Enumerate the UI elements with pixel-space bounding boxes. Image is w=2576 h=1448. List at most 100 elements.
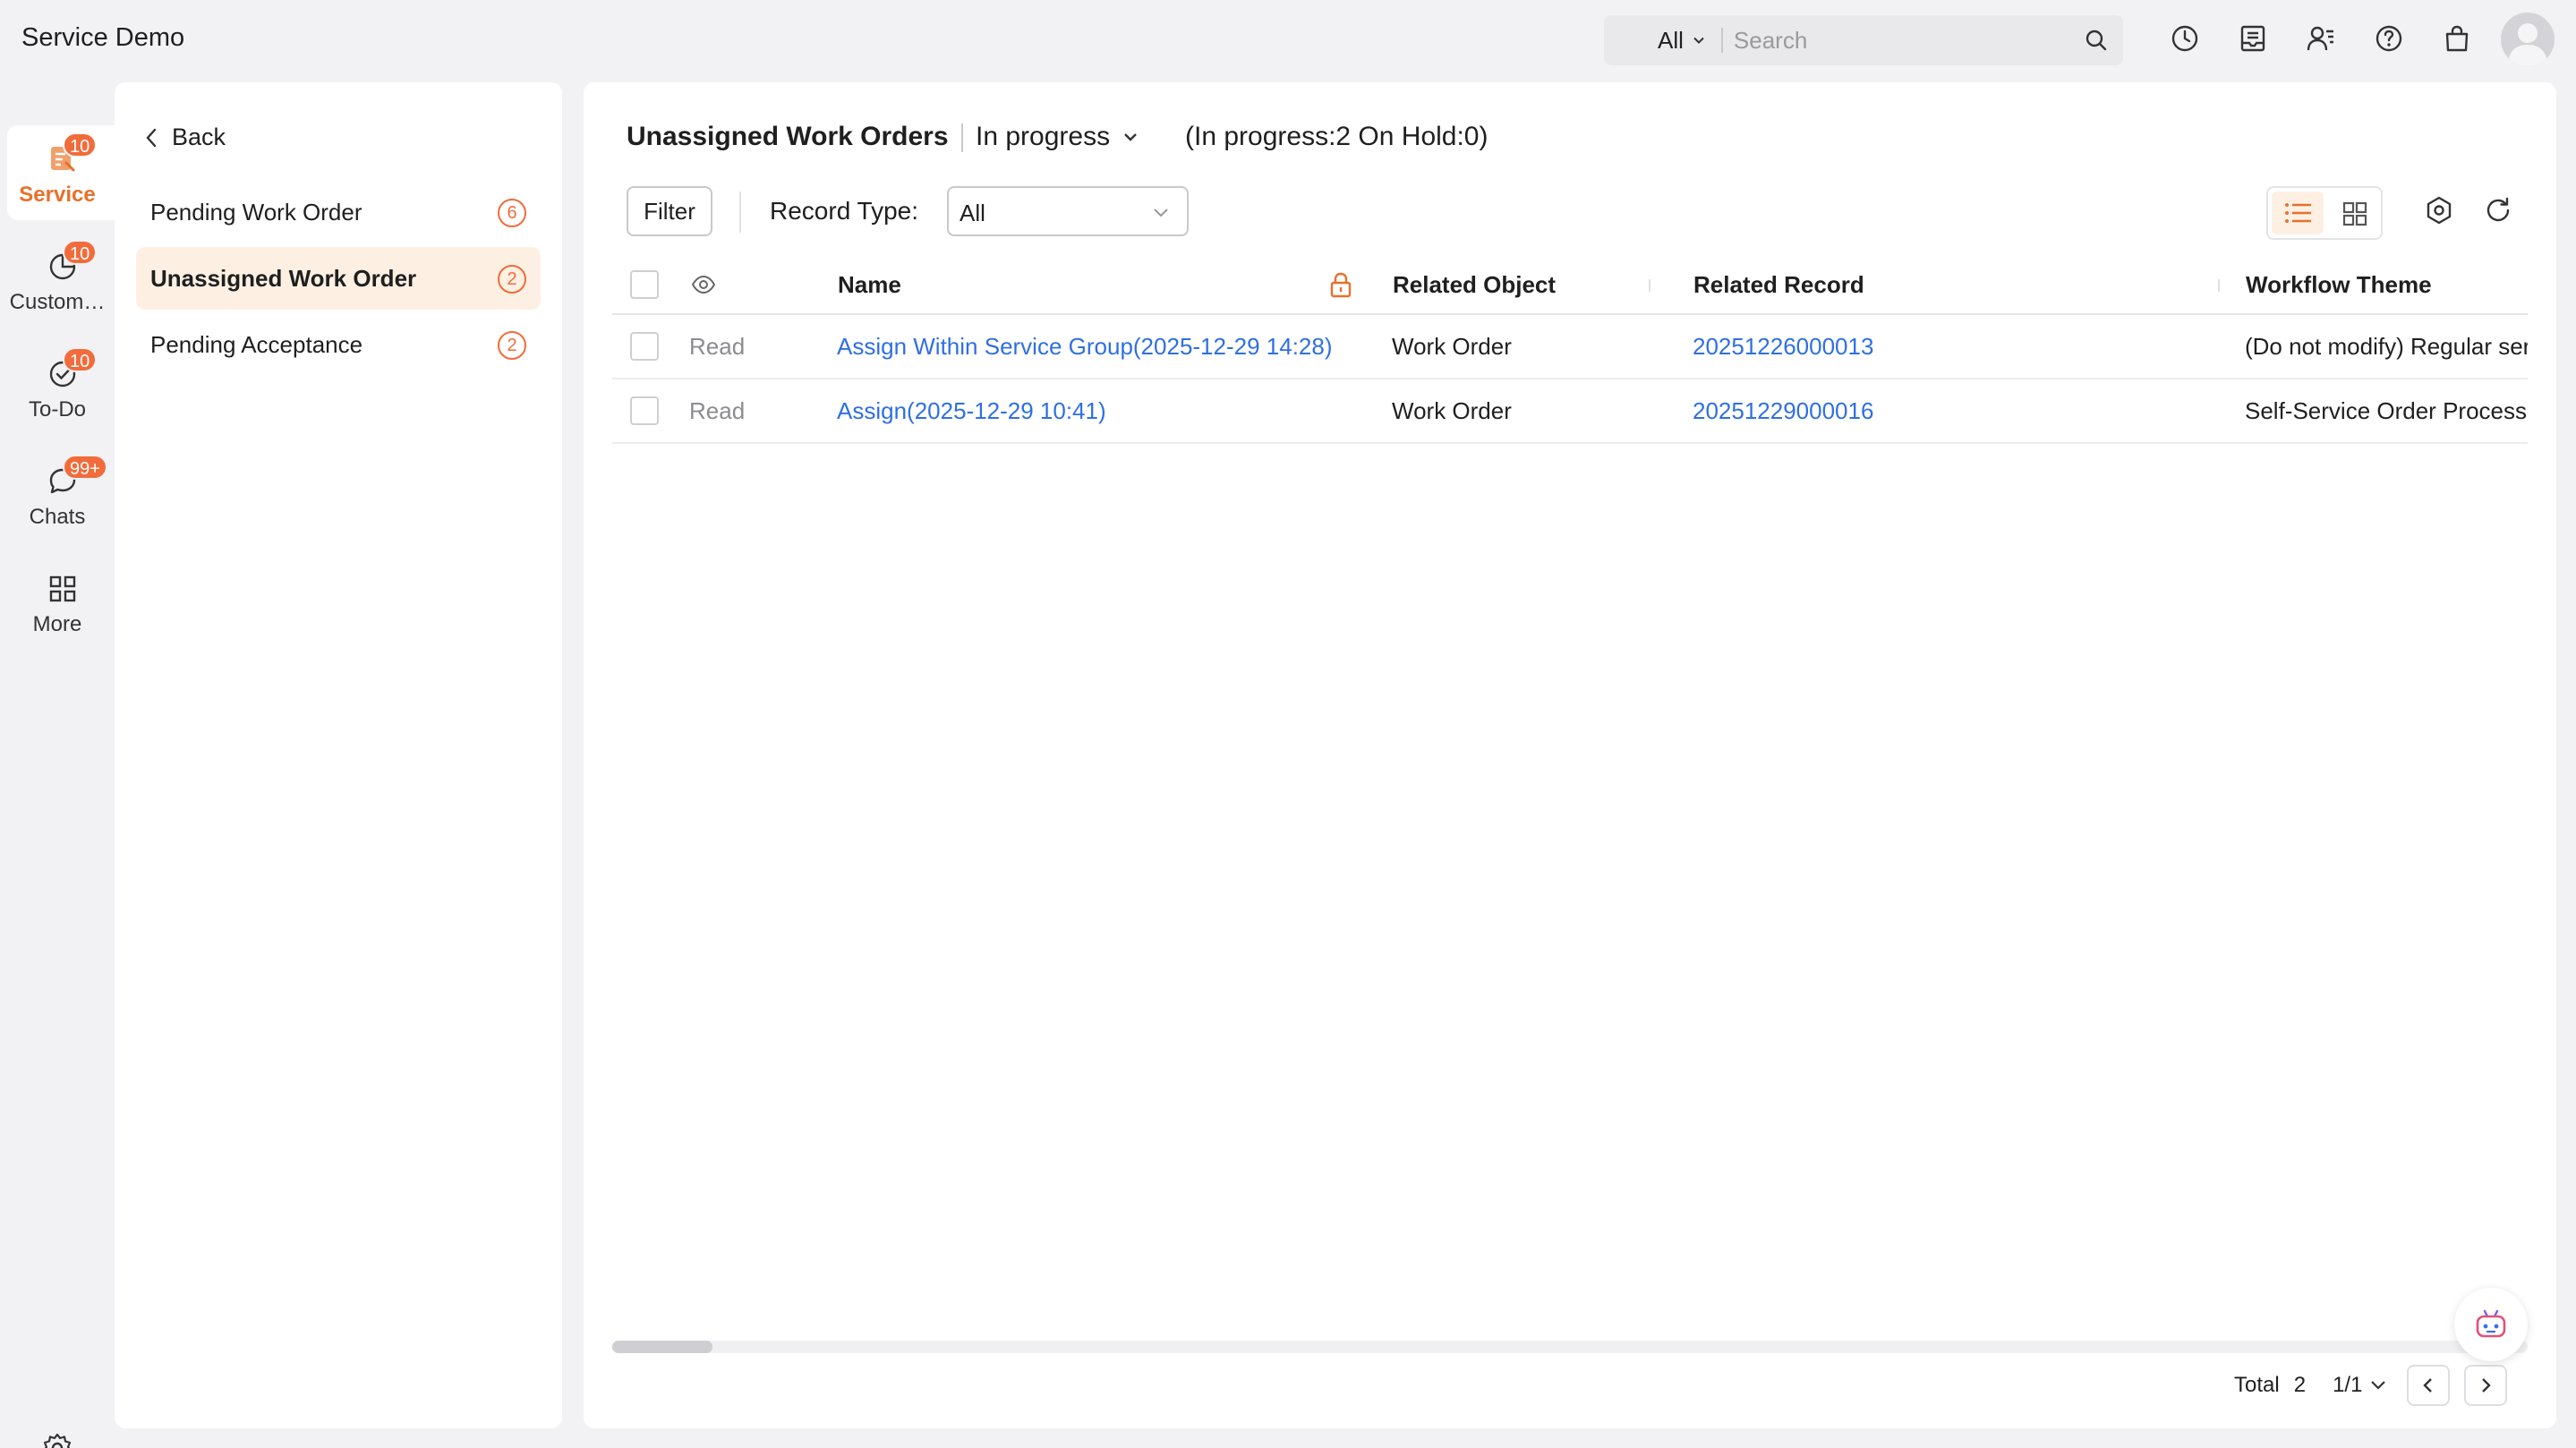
chevron-down-icon (1693, 37, 1704, 44)
inbox-tray-icon[interactable] (2238, 23, 2268, 54)
refresh-icon[interactable] (2483, 195, 2513, 226)
chevron-right-icon (2482, 1378, 2492, 1393)
page-select[interactable]: 1/1 (2333, 1373, 2387, 1398)
rail-item-service[interactable]: 10 Service (7, 125, 115, 220)
rail-badge: 10 (63, 132, 98, 158)
chevron-left-icon (2423, 1378, 2433, 1393)
page-title: Unassigned Work Orders (627, 122, 949, 151)
view-toggle (2266, 186, 2383, 240)
search-icon[interactable] (2084, 28, 2109, 53)
list-view-button[interactable] (2272, 192, 2324, 234)
next-page-button[interactable] (2464, 1365, 2508, 1406)
back-button[interactable]: Back (143, 124, 226, 151)
ai-assistant-button[interactable] (2454, 1288, 2528, 1361)
column-resize-handle[interactable] (1649, 279, 1651, 292)
column-header-workflow-theme[interactable]: Workflow Theme (2246, 256, 2432, 313)
rail-badge: 10 (63, 347, 98, 372)
rail-label: Chats (29, 505, 86, 529)
related-record-link[interactable]: 20251229000016 (1693, 379, 1873, 442)
select-all-checkbox[interactable] (630, 270, 659, 299)
column-resize-handle[interactable] (2218, 279, 2220, 292)
work-order-name-link[interactable]: Assign(2025-12-29 10:41) (837, 379, 1106, 442)
list-view-icon (2285, 203, 2311, 223)
rail-label: More (32, 612, 82, 636)
record-type-label: Record Type: (770, 197, 919, 225)
user-list-icon[interactable] (2306, 23, 2336, 54)
left-rail: 10 Service 10 Custom… 10 To-Do 99+ Chats… (0, 77, 115, 1448)
record-type-select[interactable]: All (947, 186, 1189, 236)
subnav-label: Pending Acceptance (150, 331, 363, 358)
grid-icon (47, 573, 79, 605)
related-record-link[interactable]: 20251226000013 (1693, 315, 1873, 378)
prev-page-button[interactable] (2407, 1365, 2451, 1406)
status-summary: (In progress:2 On Hold:0) (1185, 122, 1488, 151)
horizontal-scrollbar[interactable] (612, 1341, 2528, 1353)
pagination: Total 2 1/1 (2234, 1364, 2521, 1407)
column-header-related-object[interactable]: Related Object (1393, 256, 1556, 313)
rail-label: Custom… (9, 290, 106, 314)
row-checkbox[interactable] (630, 396, 659, 425)
shopping-bag-icon[interactable] (2442, 23, 2472, 54)
search-scope-dropdown[interactable]: All (1604, 27, 1721, 55)
grid-view-icon (2342, 201, 2367, 226)
work-order-table: Name Related Object Related Record Workf… (612, 256, 2528, 524)
rail-item-more[interactable]: More (7, 555, 115, 650)
read-status: Read (689, 332, 746, 360)
row-checkbox[interactable] (630, 332, 659, 361)
rail-badge: 99+ (63, 455, 107, 480)
main-panel: Unassigned Work Orders In progress (In p… (584, 82, 2556, 1428)
chevron-left-icon (146, 128, 157, 147)
subnav-item-pending-work-order[interactable]: Pending Work Order 6 (136, 181, 541, 243)
status-label: In progress (976, 122, 1111, 151)
subnav-count: 6 (498, 199, 526, 227)
secondary-nav: Back Pending Work Order 6 Unassigned Wor… (115, 82, 562, 1428)
top-bar: Service Demo All (0, 0, 2576, 77)
search-scope-label: All (1658, 26, 1684, 54)
rail-item-customers[interactable]: 10 Custom… (7, 233, 115, 328)
grid-view-button[interactable] (2329, 192, 2381, 234)
related-object: Work Order (1392, 332, 1512, 360)
workflow-theme: Self-Service Order Process (2245, 396, 2527, 424)
rail-label: To-Do (28, 397, 87, 422)
horizontal-scrollbar-thumb[interactable] (612, 1341, 712, 1353)
read-status-column-header (691, 256, 716, 313)
global-search: All (1604, 15, 2123, 65)
help-question-icon[interactable] (2374, 23, 2404, 54)
toolbar-divider (739, 192, 741, 233)
related-object: Work Order (1392, 396, 1512, 424)
title-divider (961, 124, 963, 152)
rail-item-chats[interactable]: 99+ Chats (7, 447, 115, 542)
page-indicator: 1/1 (2333, 1373, 2363, 1397)
column-header-related-record[interactable]: Related Record (1693, 256, 1864, 313)
search-input[interactable] (1722, 15, 2123, 65)
total-label: Total (2234, 1373, 2280, 1397)
filter-button[interactable]: Filter (627, 186, 712, 236)
workflow-theme: (Do not modify) Regular ser (2245, 332, 2528, 360)
app-title: Service Demo (21, 23, 185, 52)
subnav-count: 2 (498, 265, 526, 294)
record-type-value: All (960, 200, 985, 226)
subnav-label: Unassigned Work Order (150, 265, 417, 292)
chevron-down-icon (1124, 133, 1137, 141)
column-header-name[interactable]: Name (838, 256, 901, 313)
rail-badge: 10 (63, 240, 98, 265)
back-label: Back (172, 124, 226, 150)
settings-gear-icon[interactable] (41, 1432, 73, 1448)
row-select-cell (630, 315, 659, 378)
user-avatar[interactable] (2501, 13, 2555, 66)
table-row[interactable]: Read Assign(2025-12-29 10:41) Work Order… (612, 379, 2528, 444)
table-settings-icon[interactable] (2424, 195, 2454, 226)
rail-item-todo[interactable]: 10 To-Do (7, 340, 115, 435)
subnav-item-pending-acceptance[interactable]: Pending Acceptance 2 (136, 313, 541, 376)
chevron-down-icon (1151, 205, 1171, 221)
eye-icon (691, 275, 716, 294)
table-header: Name Related Object Related Record Workf… (612, 256, 2528, 315)
table-row[interactable]: Read Assign Within Service Group(2025-12… (612, 315, 2528, 379)
lock-icon[interactable] (1328, 256, 1353, 313)
rail-label: Service (19, 183, 96, 207)
work-order-name-link[interactable]: Assign Within Service Group(2025-12-29 1… (837, 315, 1333, 378)
status-dropdown[interactable]: In progress (976, 122, 1140, 152)
subnav-item-unassigned-work-order[interactable]: Unassigned Work Order 2 (136, 247, 541, 310)
select-all-cell (630, 256, 659, 313)
history-clock-icon[interactable] (2170, 23, 2200, 54)
